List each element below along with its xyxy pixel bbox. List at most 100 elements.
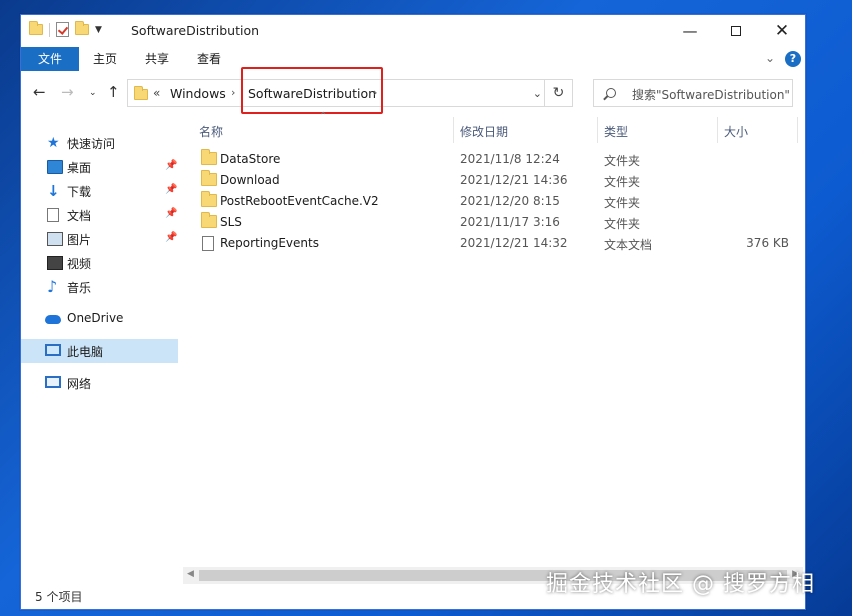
table-row[interactable]: SLS 2021/11/17 3:16 文件夹 [195, 212, 795, 233]
table-row[interactable]: DataStore 2021/11/8 12:24 文件夹 [195, 149, 795, 170]
column-divider[interactable] [597, 117, 598, 143]
pin-icon[interactable]: 📌 [165, 160, 177, 171]
column-header-type[interactable]: 类型 [604, 123, 628, 140]
file-modified: 2021/12/20 8:15 [460, 194, 560, 208]
star-icon: ★ [47, 135, 60, 151]
scroll-left-icon[interactable]: ◀ [187, 569, 194, 579]
sidebar-item-downloads[interactable]: ↓ 下载 📌 [21, 179, 178, 203]
recent-locations-icon[interactable]: ⌄ [89, 88, 97, 98]
column-divider[interactable] [797, 117, 798, 143]
file-name: DataStore [220, 152, 281, 166]
file-modified: 2021/12/21 14:36 [460, 173, 568, 187]
breadcrumb-overflow[interactable]: « [153, 86, 160, 100]
chevron-right-icon[interactable]: › [231, 86, 235, 99]
close-icon: ✕ [774, 21, 790, 41]
video-icon [47, 256, 63, 270]
desktop-icon [47, 160, 63, 174]
breadcrumb-windows[interactable]: Windows [170, 86, 226, 101]
watermark-text: 掘金技术社区 @ 搜罗方相 [546, 572, 815, 597]
network-icon [45, 376, 61, 388]
refresh-icon[interactable]: ↻ [544, 80, 572, 106]
customize-toolbar-icon[interactable]: ▼ [95, 25, 102, 35]
table-row[interactable]: PostRebootEventCache.V2 2021/12/20 8:15 … [195, 191, 795, 212]
file-type: 文件夹 [604, 175, 641, 189]
file-modified: 2021/12/21 14:32 [460, 236, 568, 250]
computer-icon [45, 344, 61, 356]
sidebar-item-label: 桌面 [67, 161, 92, 175]
help-icon[interactable]: ? [785, 51, 801, 67]
folder-icon [29, 21, 43, 35]
document-icon [47, 208, 59, 222]
forward-arrow-icon[interactable]: → [61, 83, 74, 101]
file-name: Download [220, 173, 280, 187]
file-name: PostRebootEventCache.V2 [220, 194, 379, 208]
column-divider[interactable] [453, 117, 454, 143]
pin-icon[interactable]: 📌 [165, 184, 177, 195]
folder-icon [201, 149, 217, 165]
back-arrow-icon[interactable]: ← [33, 83, 46, 101]
text-file-icon [202, 236, 214, 251]
tab-file[interactable]: 文件 [21, 47, 79, 71]
explorer-window: ▼ SoftwareDistribution — ✕ 文件 主页 共享 查看 ⌄… [20, 14, 806, 610]
file-type: 文件夹 [604, 154, 641, 168]
sidebar-item-label: 音乐 [67, 281, 92, 295]
minimize-button[interactable]: — [667, 15, 713, 47]
search-box[interactable]: 搜索"SoftwareDistribution" [593, 79, 793, 107]
title-bar: ▼ SoftwareDistribution — ✕ [21, 15, 805, 47]
folder-icon [201, 191, 217, 207]
chevron-down-icon[interactable]: ⌄ [533, 87, 542, 100]
cloud-icon [45, 315, 61, 324]
tab-share[interactable]: 共享 [139, 47, 175, 71]
new-folder-icon[interactable] [75, 21, 89, 35]
music-icon: ♪ [47, 277, 58, 296]
sidebar-item-label: 快速访问 [67, 137, 116, 151]
sidebar-item-label: 视频 [67, 257, 92, 271]
sidebar-item-label: 网络 [67, 377, 92, 391]
sidebar-item-music[interactable]: ♪ 音乐 [21, 275, 178, 299]
column-headers: ⌃ 名称 修改日期 类型 大小 [183, 111, 803, 145]
sidebar-item-label: 此电脑 [67, 345, 104, 359]
file-name: SLS [220, 215, 242, 229]
up-arrow-icon[interactable]: ↑ [107, 83, 120, 101]
sidebar-item-documents[interactable]: 文档 📌 [21, 203, 178, 227]
sidebar-item-onedrive[interactable]: OneDrive [21, 307, 178, 331]
column-divider[interactable] [717, 117, 718, 143]
download-icon: ↓ [47, 182, 60, 200]
expand-ribbon-icon[interactable]: ⌄ [765, 51, 775, 65]
navigation-pane: ★ 快速访问 桌面 📌 ↓ 下载 📌 文档 📌 图片 📌 视频 ♪ 音乐 One… [21, 111, 181, 581]
pin-icon[interactable]: 📌 [165, 208, 177, 219]
window-title: SoftwareDistribution [131, 23, 260, 38]
close-button[interactable]: ✕ [759, 15, 805, 47]
sidebar-item-pictures[interactable]: 图片 📌 [21, 227, 178, 251]
file-type: 文件夹 [604, 196, 641, 210]
sidebar-item-network[interactable]: 网络 [21, 371, 178, 395]
sidebar-item-quick-access[interactable]: ★ 快速访问 [21, 131, 178, 155]
column-header-name[interactable]: 名称 [199, 123, 223, 140]
sidebar-item-label: OneDrive [67, 311, 124, 325]
table-row[interactable]: ReportingEvents 2021/12/21 14:32 文本文档 37… [195, 233, 795, 254]
tab-home[interactable]: 主页 [87, 47, 123, 71]
sidebar-item-videos[interactable]: 视频 [21, 251, 178, 275]
sort-ascending-icon: ⌃ [319, 111, 328, 122]
file-name: ReportingEvents [220, 236, 319, 250]
toolbar-divider [49, 22, 50, 37]
folder-icon [201, 170, 217, 186]
file-type: 文件夹 [604, 217, 641, 231]
sidebar-item-this-pc[interactable]: 此电脑 [21, 339, 178, 363]
minimize-icon: — [682, 22, 698, 40]
maximize-button[interactable] [713, 15, 759, 47]
status-item-count: 5 个项目 [35, 590, 83, 604]
file-modified: 2021/11/17 3:16 [460, 215, 560, 229]
folder-icon [201, 212, 217, 228]
pin-icon[interactable]: 📌 [165, 232, 177, 243]
column-header-modified[interactable]: 修改日期 [460, 123, 508, 140]
properties-icon[interactable] [56, 22, 69, 37]
table-row[interactable]: Download 2021/12/21 14:36 文件夹 [195, 170, 795, 191]
file-modified: 2021/11/8 12:24 [460, 152, 560, 166]
search-placeholder: 搜索"SoftwareDistribution" [632, 88, 790, 102]
sidebar-item-desktop[interactable]: 桌面 📌 [21, 155, 178, 179]
tab-view[interactable]: 查看 [191, 47, 227, 71]
quick-access-toolbar: ▼ [29, 21, 102, 37]
column-header-size[interactable]: 大小 [724, 123, 748, 140]
search-icon [606, 88, 616, 98]
